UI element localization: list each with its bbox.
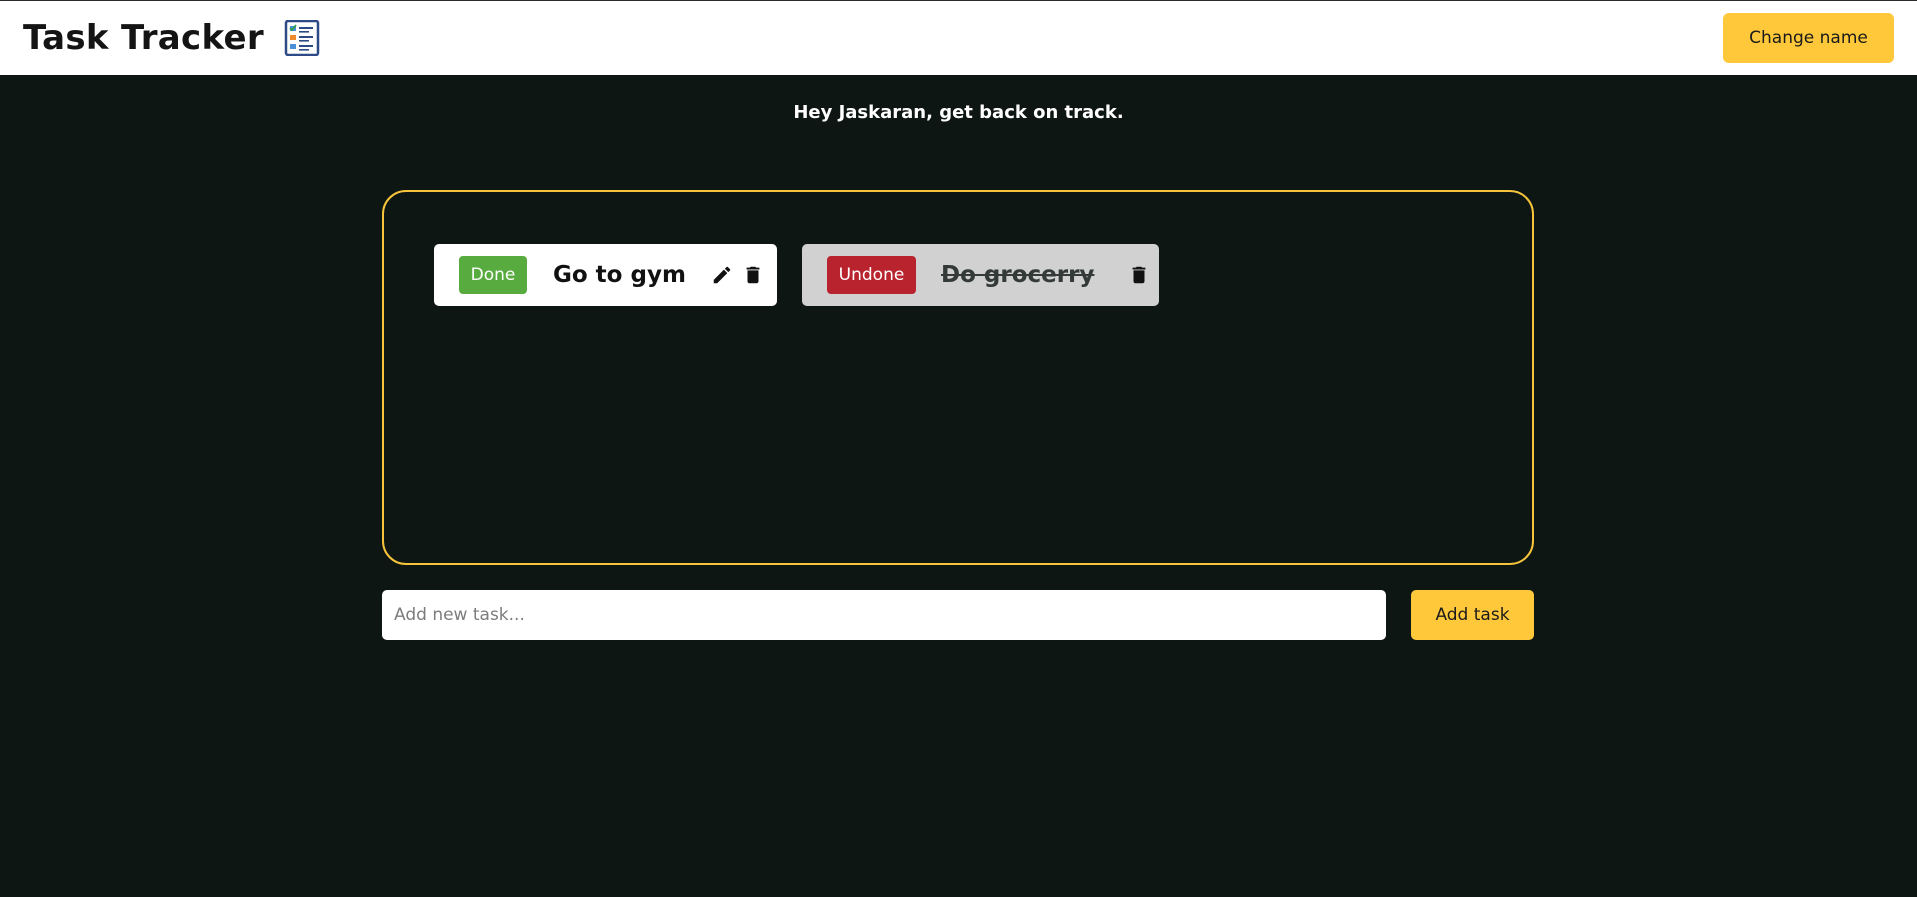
app-title: Task Tracker <box>23 18 264 58</box>
add-task-button[interactable]: Add task <box>1411 590 1534 640</box>
task-card: Done Go to gym <box>434 244 777 306</box>
trash-icon-graphic <box>746 266 760 284</box>
new-task-input[interactable] <box>382 590 1386 640</box>
pencil-icon[interactable] <box>710 263 734 287</box>
trash-icon-graphic <box>1133 266 1146 284</box>
top-bar: Task Tracker Change name <box>0 0 1917 75</box>
brand: Task Tracker <box>23 18 320 58</box>
task-board: Done Go to gym Undone Do grocerry <box>382 190 1534 565</box>
pencil-icon-graphic <box>713 266 731 284</box>
task-name: Go to gym <box>553 262 686 288</box>
task-card: Undone Do grocerry <box>802 244 1159 306</box>
task-name: Do grocerry <box>941 262 1095 288</box>
trash-icon[interactable] <box>741 263 765 287</box>
greeting-text: Hey Jaskaran, get back on track. <box>793 102 1124 123</box>
done-button[interactable]: Done <box>459 256 527 294</box>
change-name-button[interactable]: Change name <box>1723 13 1894 63</box>
checklist-icon <box>284 20 320 56</box>
undone-button[interactable]: Undone <box>827 256 916 294</box>
trash-icon[interactable] <box>1127 263 1151 287</box>
